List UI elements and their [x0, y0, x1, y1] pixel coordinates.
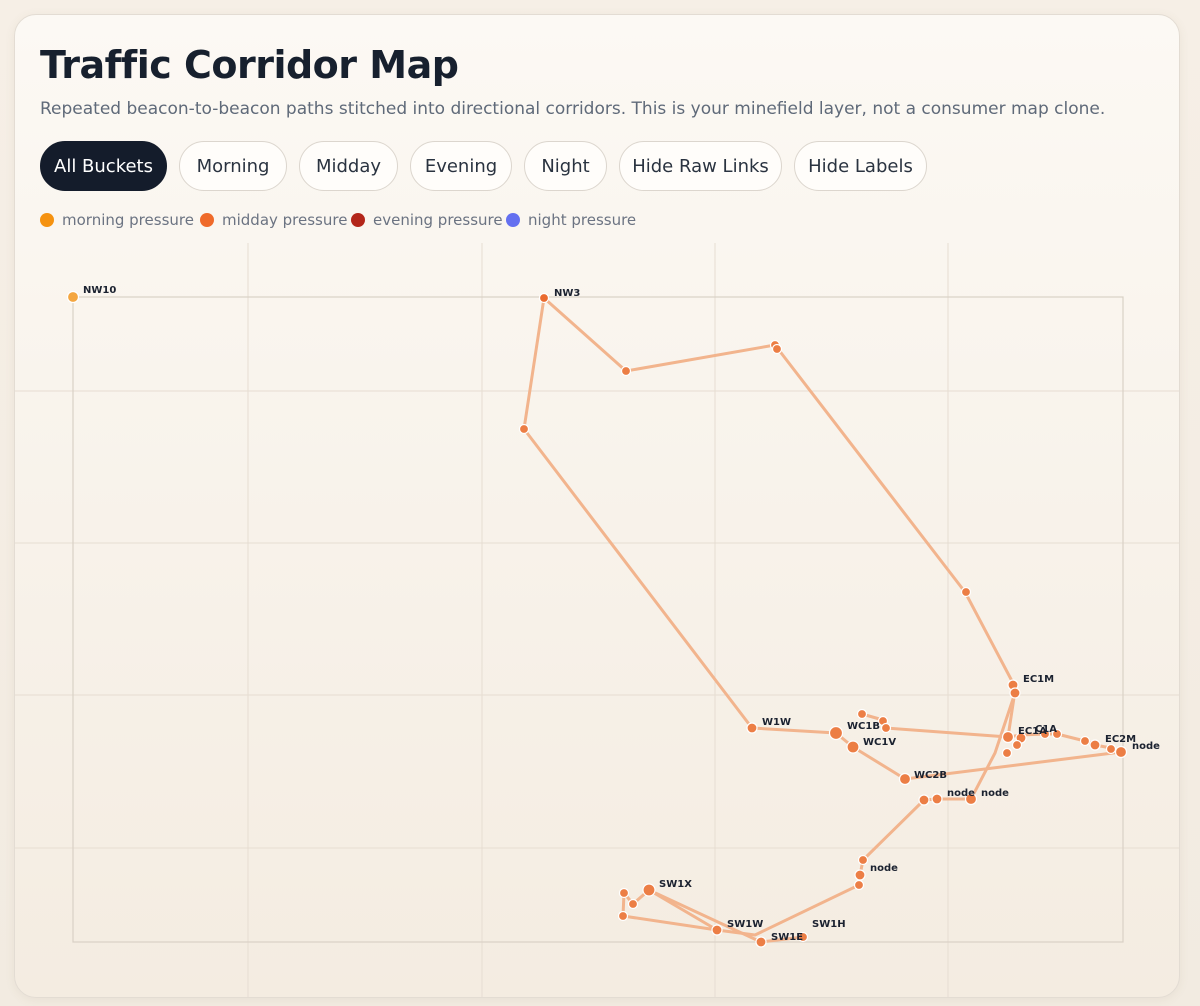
map-node[interactable] [960, 586, 972, 598]
label-sw1e: SW1E [771, 932, 803, 943]
label-nw3: NW3 [554, 288, 580, 299]
map-node[interactable] [1079, 735, 1091, 747]
map-node[interactable] [1009, 687, 1021, 699]
map-bounds [72, 296, 1124, 943]
map-node[interactable] [771, 343, 783, 355]
label-node-south-a: node [947, 788, 975, 799]
label-wc1v: WC1V [863, 737, 896, 748]
map-node[interactable] [620, 365, 632, 377]
map-node[interactable] [1105, 743, 1117, 755]
map-node[interactable] [618, 887, 630, 899]
map-node[interactable] [1001, 747, 1013, 759]
map-node[interactable] [846, 740, 860, 754]
map-node[interactable] [931, 793, 943, 805]
map-node[interactable] [857, 854, 869, 866]
map-node[interactable] [755, 936, 767, 948]
label-node-east: node [1132, 741, 1160, 752]
map-node[interactable] [66, 290, 80, 304]
map-node[interactable] [918, 794, 930, 806]
map-node[interactable] [642, 883, 656, 897]
map-node[interactable] [617, 910, 629, 922]
label-node-river: node [870, 863, 898, 874]
map-node[interactable] [746, 722, 758, 734]
map-node[interactable] [856, 708, 868, 720]
corridor-link-southbank [922, 797, 973, 802]
label-w1w: W1W [762, 717, 791, 728]
map-node[interactable] [518, 423, 530, 435]
traffic-corridor-card: Traffic Corridor Map Repeated beacon-to-… [14, 14, 1180, 998]
map-node[interactable] [854, 869, 866, 881]
map-node[interactable] [1011, 739, 1023, 751]
label-wc2b: WC2B [914, 770, 947, 781]
node-labels: NW10 NW3 EC1M W1W WC1B WC1V EC1A C1A EC2… [83, 285, 1160, 943]
corridor-nodes[interactable] [66, 290, 1128, 948]
label-nw10: NW10 [83, 285, 116, 296]
map-node[interactable] [1114, 745, 1128, 759]
map-node[interactable] [627, 898, 639, 910]
label-c1a: C1A [1035, 724, 1057, 735]
map-node[interactable] [1001, 730, 1015, 744]
map-node[interactable] [853, 879, 865, 891]
label-ec1m: EC1M [1023, 674, 1054, 685]
map-grid [15, 243, 1179, 997]
map-node[interactable] [538, 292, 550, 304]
corridor-map[interactable]: NW10 NW3 EC1M W1W WC1B WC1V EC1A C1A EC2… [15, 15, 1180, 998]
label-sw1x: SW1X [659, 879, 692, 890]
map-node[interactable] [898, 772, 912, 786]
map-node[interactable] [711, 924, 723, 936]
label-sw1w: SW1W [727, 919, 763, 930]
label-sw1h: SW1H [812, 919, 846, 930]
corridor-link-east-city [860, 712, 1123, 754]
map-node[interactable] [1089, 739, 1101, 751]
label-wc1b: WC1B [847, 721, 880, 732]
label-node-south-b: node [981, 788, 1009, 799]
map-node[interactable] [880, 722, 892, 734]
map-node[interactable] [828, 725, 844, 741]
corridor-links [522, 296, 1123, 944]
